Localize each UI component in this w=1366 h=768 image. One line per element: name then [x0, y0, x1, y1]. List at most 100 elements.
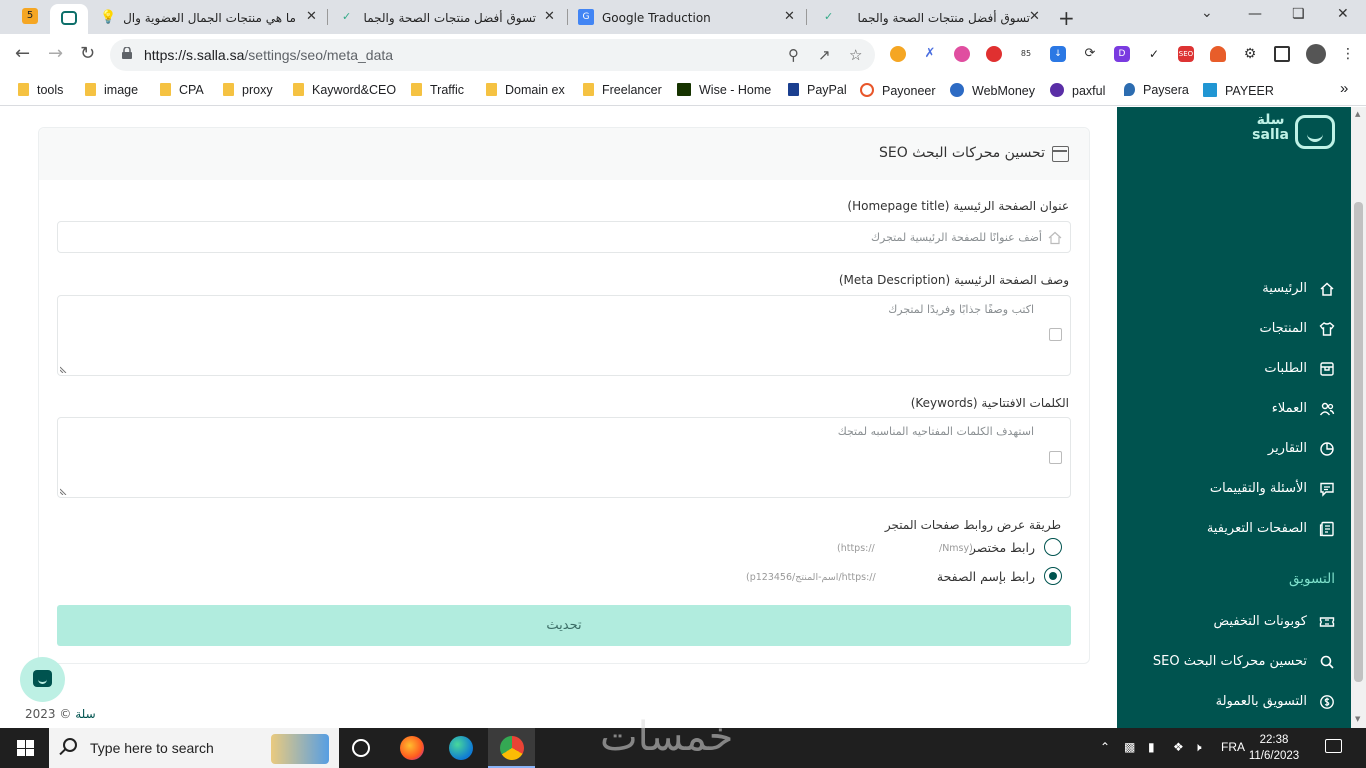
resize-handle-icon[interactable]	[60, 365, 68, 373]
address-bar[interactable]: https://s.salla.sa/settings/seo/meta_dat…	[110, 39, 875, 71]
radio-named-link[interactable]	[1044, 567, 1062, 585]
extension-icon[interactable]: ✓	[1146, 46, 1162, 62]
notification-icon[interactable]	[1325, 739, 1342, 753]
sidebar-item-reviews[interactable]: الأسئلة والتقييمات	[1117, 478, 1351, 502]
window-close-icon[interactable]: ✕	[1337, 6, 1349, 22]
keywords-textarea[interactable]: استهدف الكلمات المفتاحيه المناسبه لمتجك	[57, 417, 1071, 498]
close-icon[interactable]: ✕	[544, 9, 555, 24]
scroll-up-icon[interactable]: ▲	[1355, 110, 1360, 118]
bookmark-traffic[interactable]: Traffic	[411, 83, 464, 97]
sidebar-item-customers[interactable]: العملاء	[1117, 398, 1351, 422]
radio-short-link[interactable]	[1044, 538, 1062, 556]
extension-icon[interactable]	[954, 46, 970, 62]
battery-icon[interactable]: ▮	[1148, 740, 1155, 754]
bookmark-webmoney[interactable]: WebMoney	[950, 83, 1035, 98]
tab-4[interactable]: ✓ تسوق أفضل منتجات الصحة والجما ✕	[816, 4, 1042, 32]
scrollbar-thumb[interactable]	[1354, 202, 1363, 682]
tray-chevron-icon[interactable]: ⌃	[1100, 740, 1110, 754]
wifi-icon[interactable]: ❖	[1173, 740, 1184, 754]
bookmark-domain-ex[interactable]: Domain ex	[486, 83, 565, 97]
sidepanel-icon[interactable]	[1274, 46, 1290, 62]
url-host: https://s.salla.sa	[144, 47, 245, 63]
network-icon[interactable]: ▩	[1124, 740, 1135, 754]
tab-2[interactable]: ✓ تسوق أفضل منتجات الصحة والجما ✕	[336, 4, 562, 32]
firefox-icon[interactable]	[400, 736, 424, 760]
tab-search-chevron-icon[interactable]: ⌄	[1201, 5, 1213, 21]
tab-1[interactable]: 💡 ما هي منتجات الجمال العضوية وال ✕	[96, 4, 322, 32]
tab-google-translate[interactable]: G Google Traduction ✕	[576, 4, 802, 32]
zoom-icon[interactable]: ⚲	[788, 46, 799, 64]
bookmark-tools[interactable]: tools	[18, 83, 63, 97]
bookmark-label: PayPal	[807, 83, 847, 97]
reload-icon[interactable]: ↻	[80, 43, 95, 64]
sidebar-item-seo[interactable]: تحسين محركات البحث SEO	[1117, 651, 1351, 675]
bookmark-payoneer[interactable]: Payoneer	[860, 83, 936, 98]
tab-active-salla[interactable]	[50, 4, 88, 34]
avatar[interactable]	[1306, 44, 1326, 64]
volume-icon[interactable]: 🕨	[1194, 740, 1202, 755]
bookmark-paypal[interactable]: PayPal	[788, 83, 847, 97]
chrome-taskbar-button[interactable]	[488, 728, 535, 768]
bookmark-proxy[interactable]: proxy	[223, 83, 273, 97]
maximize-icon[interactable]: ❏	[1292, 6, 1305, 22]
sidebar-item-affiliate[interactable]: التسويق بالعمولة	[1117, 691, 1351, 715]
taskbar-clock[interactable]: 22:38 11/6/2023	[1244, 732, 1304, 764]
homepage-title-input[interactable]: أضف عنوانًا للصفحة الرئيسية لمتجرك	[57, 221, 1071, 253]
sidebar-item-coupons[interactable]: كوبونات التخفيض	[1117, 611, 1351, 635]
new-tab-button[interactable]: +	[1058, 6, 1075, 30]
windows-taskbar: Type here to search خمسات ⌃ ▩ ▮ ❖ 🕨 FRA …	[0, 714, 1366, 768]
folder-icon	[18, 83, 29, 96]
download-icon[interactable]: ↓	[1050, 46, 1066, 62]
extension-icon[interactable]: ⟳	[1082, 46, 1098, 62]
sidebar-item-pages[interactable]: الصفحات التعريفية	[1117, 518, 1351, 542]
puzzle-icon[interactable]: ⚙	[1242, 46, 1258, 62]
extension-icon[interactable]	[1210, 46, 1226, 62]
salla-logo-text[interactable]: سلة salla	[1252, 113, 1289, 143]
extension-icon[interactable]: ✗	[922, 46, 938, 62]
sidebar-item-orders[interactable]: الطلبات	[1117, 358, 1351, 382]
bookmark-freelancer[interactable]: Freelancer	[583, 83, 662, 97]
bookmark-paysera[interactable]: Paysera	[1124, 83, 1189, 97]
extension-icon[interactable]	[986, 46, 1002, 62]
task-view-icon[interactable]	[352, 739, 370, 757]
extension-icon[interactable]	[890, 46, 906, 62]
bookmark-kayword[interactable]: Kayword&CEO	[293, 83, 396, 97]
extension-tab-icon[interactable]: 5	[22, 8, 38, 24]
close-icon[interactable]: ✕	[1029, 9, 1040, 24]
bookmark-cpa[interactable]: CPA	[160, 83, 204, 97]
language-indicator[interactable]: FRA	[1221, 740, 1245, 754]
salla-logo-icon[interactable]	[1295, 115, 1335, 149]
bookmark-payeer[interactable]: PAYEER	[1203, 83, 1274, 98]
chat-support-button[interactable]	[20, 657, 65, 702]
bookmark-star-icon[interactable]: ☆	[849, 46, 862, 64]
folder-icon	[85, 83, 96, 96]
page-scrollbar[interactable]: ▲ ▼	[1351, 107, 1366, 728]
sidebar-item-reports[interactable]: التقارير	[1117, 438, 1351, 462]
windows-start-icon[interactable]	[17, 740, 34, 756]
taskbar-search-box[interactable]: Type here to search	[49, 728, 339, 768]
bookmarks-overflow-button[interactable]: »	[1340, 80, 1348, 97]
bookmark-paxful[interactable]: paxful	[1050, 83, 1105, 98]
sidebar-item-products[interactable]: المنتجات	[1117, 318, 1351, 342]
sidebar-item-home[interactable]: الرئيسية	[1117, 278, 1351, 302]
radio-short-link-label[interactable]: رابط مختصر	[970, 540, 1035, 555]
bookmark-image[interactable]: image	[85, 83, 138, 97]
forward-arrow-icon[interactable]: →	[48, 43, 63, 64]
resize-handle-icon[interactable]	[60, 487, 68, 495]
radio-named-link-label[interactable]: رابط بإسم الصفحة	[937, 569, 1035, 584]
bookmark-wise[interactable]: Wise - Home	[677, 83, 771, 97]
kebab-menu-icon[interactable]: ⋮	[1340, 46, 1356, 62]
update-button[interactable]: تحديث	[57, 605, 1071, 646]
edge-icon[interactable]	[449, 736, 473, 760]
close-icon[interactable]: ✕	[306, 9, 317, 24]
close-icon[interactable]: ✕	[784, 9, 795, 24]
scroll-down-icon[interactable]: ▼	[1355, 715, 1360, 723]
extension-icon[interactable]: 85	[1018, 46, 1034, 62]
minimize-icon[interactable]: —	[1248, 6, 1262, 22]
meta-description-textarea[interactable]: اكتب وصفًا جذابًا وفريدًا لمتجرك	[57, 295, 1071, 376]
bookmark-label: Traffic	[430, 83, 465, 97]
back-arrow-icon[interactable]: ←	[15, 43, 30, 64]
extension-icon[interactable]: SEO	[1178, 46, 1194, 62]
share-icon[interactable]: ↗	[818, 46, 831, 64]
extension-icon[interactable]: D	[1114, 46, 1130, 62]
